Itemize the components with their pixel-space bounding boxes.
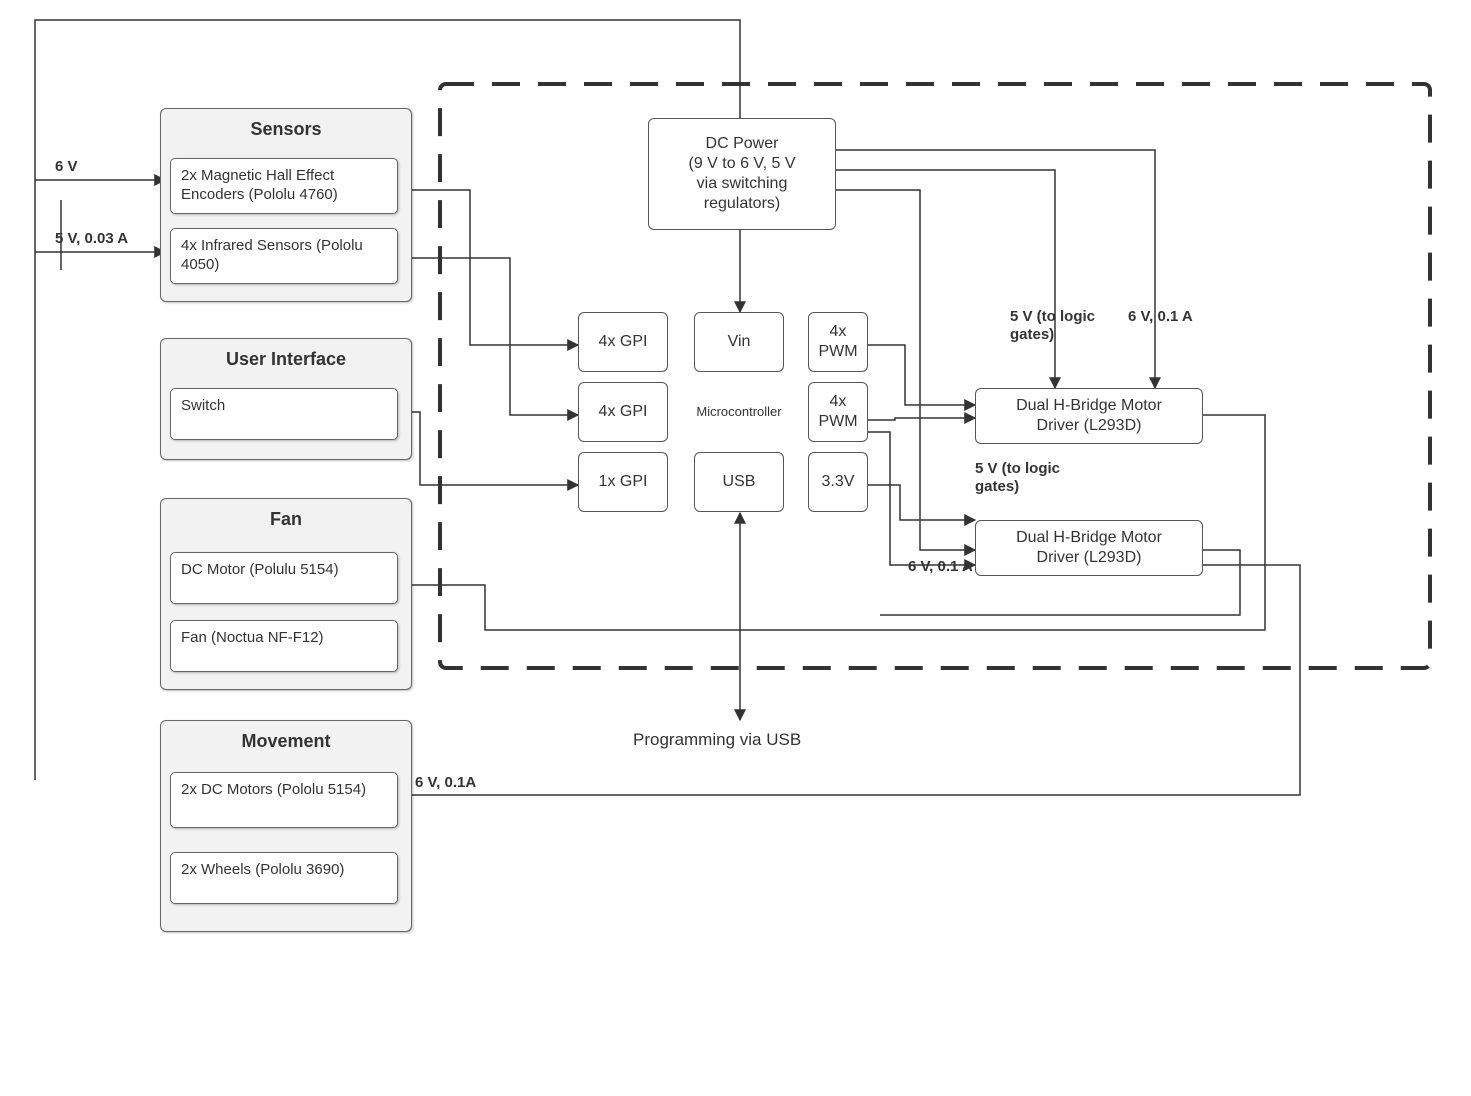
label-6v-01a-2: 6 V, 0.1 A <box>908 558 973 576</box>
box-pwm-b: 4x PWM <box>808 382 868 442</box>
item-ir-sensors: 4x Infrared Sensors (Pololu 4050) <box>170 228 398 284</box>
box-gpi4-a: 4x GPI <box>578 312 668 372</box>
box-3v3: 3.3V <box>808 452 868 512</box>
group-title-sensors: Sensors <box>161 119 411 140</box>
group-title-ui: User Interface <box>161 349 411 370</box>
box-driver-1: Dual H-Bridge Motor Driver (L293D) <box>975 388 1203 444</box>
label-6v-01a-1: 6 V, 0.1 A <box>1128 308 1193 326</box>
label-microcontroller: Microcontroller <box>690 404 788 419</box>
box-usb: USB <box>694 452 784 512</box>
label-5v-003a: 5 V, 0.03 A <box>55 230 128 248</box>
label-6v: 6 V <box>55 158 78 176</box>
item-switch: Switch <box>170 388 398 440</box>
item-wheels: 2x Wheels (Pololu 3690) <box>170 852 398 904</box>
label-5v-logic-2: 5 V (to logic gates) <box>975 460 1060 496</box>
diagram-canvas: Sensors 2x Magnetic Hall Effect Encoders… <box>0 0 1471 1096</box>
box-vin: Vin <box>694 312 784 372</box>
label-5v-logic-1: 5 V (to logic gates) <box>1010 308 1095 344</box>
item-movement-motors: 2x DC Motors (Pololu 5154) <box>170 772 398 828</box>
item-fan-motor: DC Motor (Polulu 5154) <box>170 552 398 604</box>
group-title-fan: Fan <box>161 509 411 530</box>
label-usb-programming: Programming via USB <box>633 730 801 750</box>
item-fan: Fan (Noctua NF-F12) <box>170 620 398 672</box>
item-encoders: 2x Magnetic Hall Effect Encoders (Pololu… <box>170 158 398 214</box>
box-gpi1: 1x GPI <box>578 452 668 512</box>
box-pwm-a: 4x PWM <box>808 312 868 372</box>
box-gpi4-b: 4x GPI <box>578 382 668 442</box>
box-driver-2: Dual H-Bridge Motor Driver (L293D) <box>975 520 1203 576</box>
box-dc-power: DC Power (9 V to 6 V, 5 V via switching … <box>648 118 836 230</box>
group-title-movement: Movement <box>161 731 411 752</box>
label-6v-01a-bottom: 6 V, 0.1A <box>415 774 476 792</box>
